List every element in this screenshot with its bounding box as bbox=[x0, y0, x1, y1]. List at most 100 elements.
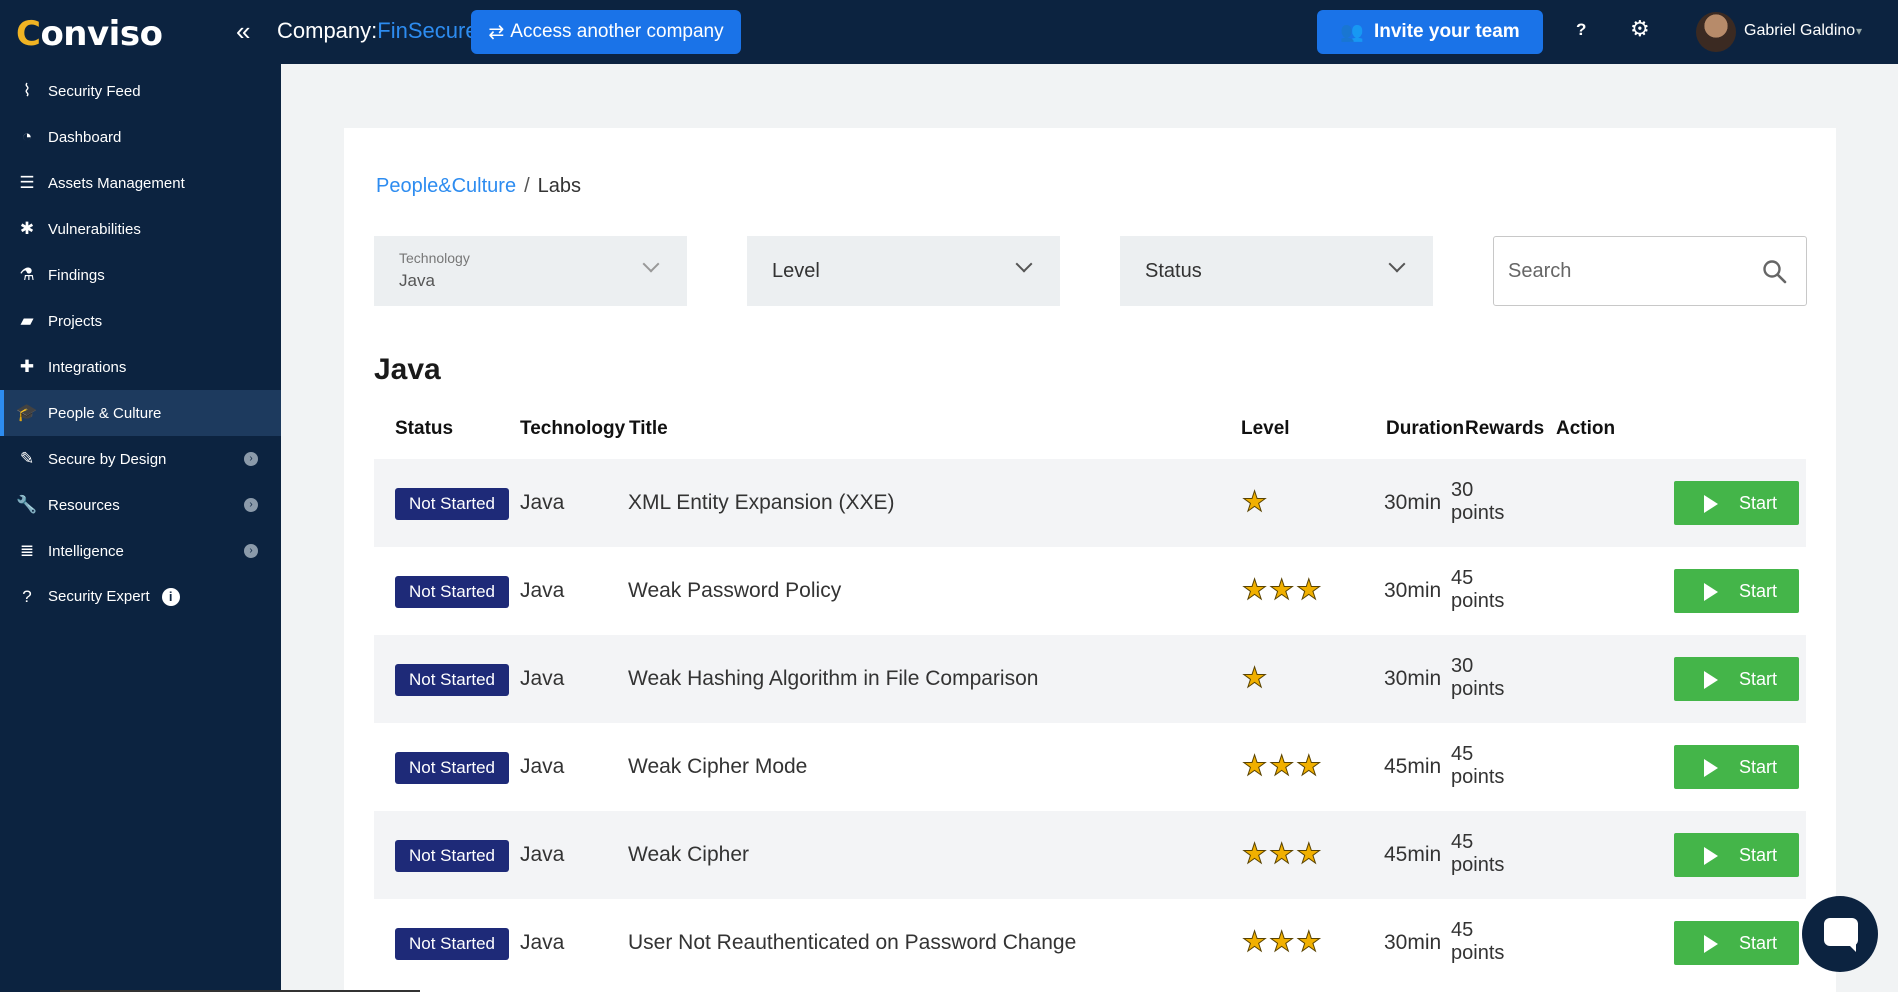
play-icon bbox=[1704, 847, 1718, 865]
reward-unit: points bbox=[1451, 942, 1505, 964]
reward-unit: points bbox=[1451, 502, 1505, 524]
pencil-square-icon: ✎ bbox=[19, 449, 35, 468]
start-button[interactable]: Start bbox=[1674, 481, 1799, 525]
sidebar-item-findings[interactable]: ⚗ Findings bbox=[0, 252, 281, 298]
status-filter[interactable]: Status bbox=[1120, 236, 1433, 306]
sidebar-item-projects[interactable]: ▰ Projects bbox=[0, 298, 281, 344]
user-name[interactable]: Gabriel Galdino bbox=[1744, 22, 1855, 40]
sidebar-item-label: Findings bbox=[48, 266, 105, 284]
start-button[interactable]: Start bbox=[1674, 569, 1799, 613]
wrench-icon: 🔧 bbox=[16, 495, 38, 514]
level-filter-label: Level bbox=[772, 260, 820, 282]
reward-unit: points bbox=[1451, 678, 1505, 700]
table-row: Not Started Java Weak Cipher ★★★ 45min 4… bbox=[374, 811, 1806, 899]
row-title[interactable]: XML Entity Expansion (XXE) bbox=[628, 491, 895, 515]
sidebar-item-label: Resources bbox=[48, 496, 120, 514]
sidebar-item-security-expert[interactable]: ? Security Expert i bbox=[0, 574, 281, 620]
sidebar-item-label: People & Culture bbox=[48, 404, 162, 422]
sidebar-item-dashboard[interactable]: ◔ Dashboard bbox=[0, 114, 281, 160]
sidebar-item-label: Security Expert i bbox=[48, 588, 180, 606]
level-filter[interactable]: Level bbox=[747, 236, 1060, 306]
start-button-label: Start bbox=[1739, 668, 1778, 689]
chevron-right-icon[interactable]: › bbox=[244, 452, 258, 466]
access-another-company-button[interactable]: ⇄ Access another company bbox=[471, 10, 741, 54]
sidebar-item-label: Integrations bbox=[48, 358, 127, 376]
row-title[interactable]: Weak Cipher bbox=[628, 843, 749, 867]
gear-icon[interactable]: ⚙ bbox=[1630, 18, 1650, 40]
search-icon[interactable] bbox=[1762, 259, 1788, 285]
row-title[interactable]: User Not Reauthenticated on Password Cha… bbox=[628, 931, 1076, 955]
chevron-right-icon[interactable]: › bbox=[244, 544, 258, 558]
row-technology: Java bbox=[520, 579, 565, 602]
row-title[interactable]: Weak Cipher Mode bbox=[628, 755, 807, 779]
row-rewards: 30 points bbox=[1451, 655, 1504, 701]
reward-unit: points bbox=[1451, 854, 1505, 876]
invite-team-button[interactable]: 👥 Invite your team bbox=[1317, 10, 1543, 54]
breadcrumb-people-culture[interactable]: People&Culture bbox=[376, 175, 516, 197]
row-technology: Java bbox=[520, 931, 565, 954]
level-stars: ★ bbox=[1241, 485, 1269, 518]
info-icon[interactable]: i bbox=[161, 588, 180, 606]
row-rewards: 45 points bbox=[1451, 567, 1504, 613]
sidebar-item-security-feed[interactable]: ⌇ Security Feed bbox=[0, 68, 281, 114]
status-badge: Not Started bbox=[395, 488, 509, 520]
status-badge: Not Started bbox=[395, 752, 509, 784]
avatar[interactable] bbox=[1696, 12, 1736, 52]
play-icon bbox=[1704, 583, 1718, 601]
play-icon bbox=[1704, 495, 1718, 513]
user-plus-icon: 👥 bbox=[1340, 22, 1364, 43]
sidebar-item-secure-by-design[interactable]: ✎ Secure by Design › bbox=[0, 436, 281, 482]
rss-icon: ⌇ bbox=[22, 81, 32, 100]
reward-points: 30 bbox=[1451, 655, 1474, 677]
table-row: Not Started Java XML Entity Expansion (X… bbox=[374, 459, 1806, 547]
start-button-label: Start bbox=[1739, 756, 1778, 777]
company-name: FinSecure bbox=[377, 18, 478, 43]
collapse-sidebar-icon[interactable]: « bbox=[236, 18, 250, 44]
sidebar-item-assets-management[interactable]: ☰ Assets Management bbox=[0, 160, 281, 206]
breadcrumb: People&Culture / Labs bbox=[376, 175, 581, 198]
row-duration: 30min bbox=[1384, 667, 1442, 690]
help-icon[interactable]: ? bbox=[1576, 20, 1586, 40]
play-icon bbox=[1704, 935, 1718, 953]
row-title[interactable]: Weak Hashing Algorithm in File Compariso… bbox=[628, 667, 1038, 691]
chat-launcher-button[interactable] bbox=[1802, 896, 1878, 972]
row-technology: Java bbox=[520, 667, 565, 690]
sidebar-item-resources[interactable]: 🔧 Resources › bbox=[0, 482, 281, 528]
conviso-logo[interactable]: Conviso bbox=[16, 14, 163, 54]
sidebar-item-intelligence[interactable]: ≣ Intelligence › bbox=[0, 528, 281, 574]
reward-points: 45 bbox=[1451, 919, 1474, 941]
start-button[interactable]: Start bbox=[1674, 921, 1799, 965]
sidebar-item-label: Assets Management bbox=[48, 174, 185, 192]
row-duration: 45min bbox=[1384, 755, 1442, 778]
search-input[interactable] bbox=[1508, 255, 1748, 287]
company-label: Company: bbox=[277, 18, 378, 43]
section-title: Java bbox=[374, 353, 441, 386]
reward-unit: points bbox=[1451, 766, 1505, 788]
active-indicator bbox=[0, 390, 4, 436]
flask-icon: ⚗ bbox=[19, 265, 35, 284]
sidebar-item-people-culture[interactable]: 🎓 People & Culture bbox=[0, 390, 281, 436]
start-button-label: Start bbox=[1739, 580, 1778, 601]
chevron-down-icon[interactable]: ▾ bbox=[1856, 24, 1862, 38]
row-technology: Java bbox=[520, 755, 565, 778]
row-duration: 45min bbox=[1384, 843, 1442, 866]
level-stars: ★★★ bbox=[1241, 925, 1323, 958]
chat-bubble-tail bbox=[1846, 942, 1856, 952]
sidebar-item-vulnerabilities[interactable]: ✱ Vulnerabilities bbox=[0, 206, 281, 252]
row-rewards: 45 points bbox=[1451, 831, 1504, 877]
chevron-right-icon[interactable]: › bbox=[244, 498, 258, 512]
star-icon: ★ bbox=[1241, 662, 1270, 694]
technology-filter[interactable]: Technology Java bbox=[374, 236, 687, 306]
column-header-level: Level bbox=[1241, 418, 1290, 439]
start-button[interactable]: Start bbox=[1674, 833, 1799, 877]
start-button[interactable]: Start bbox=[1674, 745, 1799, 789]
security-expert-label: Security Expert bbox=[48, 588, 150, 605]
folder-icon: ▰ bbox=[20, 311, 34, 330]
table-row: Not Started Java Weak Cipher Mode ★★★ 45… bbox=[374, 723, 1806, 811]
sidebar-item-integrations[interactable]: ✚ Integrations bbox=[0, 344, 281, 390]
row-rewards: 45 points bbox=[1451, 743, 1504, 789]
star-icon: ★★★ bbox=[1241, 750, 1324, 782]
chevron-down-icon bbox=[642, 255, 660, 273]
row-title[interactable]: Weak Password Policy bbox=[628, 579, 841, 603]
start-button[interactable]: Start bbox=[1674, 657, 1799, 701]
